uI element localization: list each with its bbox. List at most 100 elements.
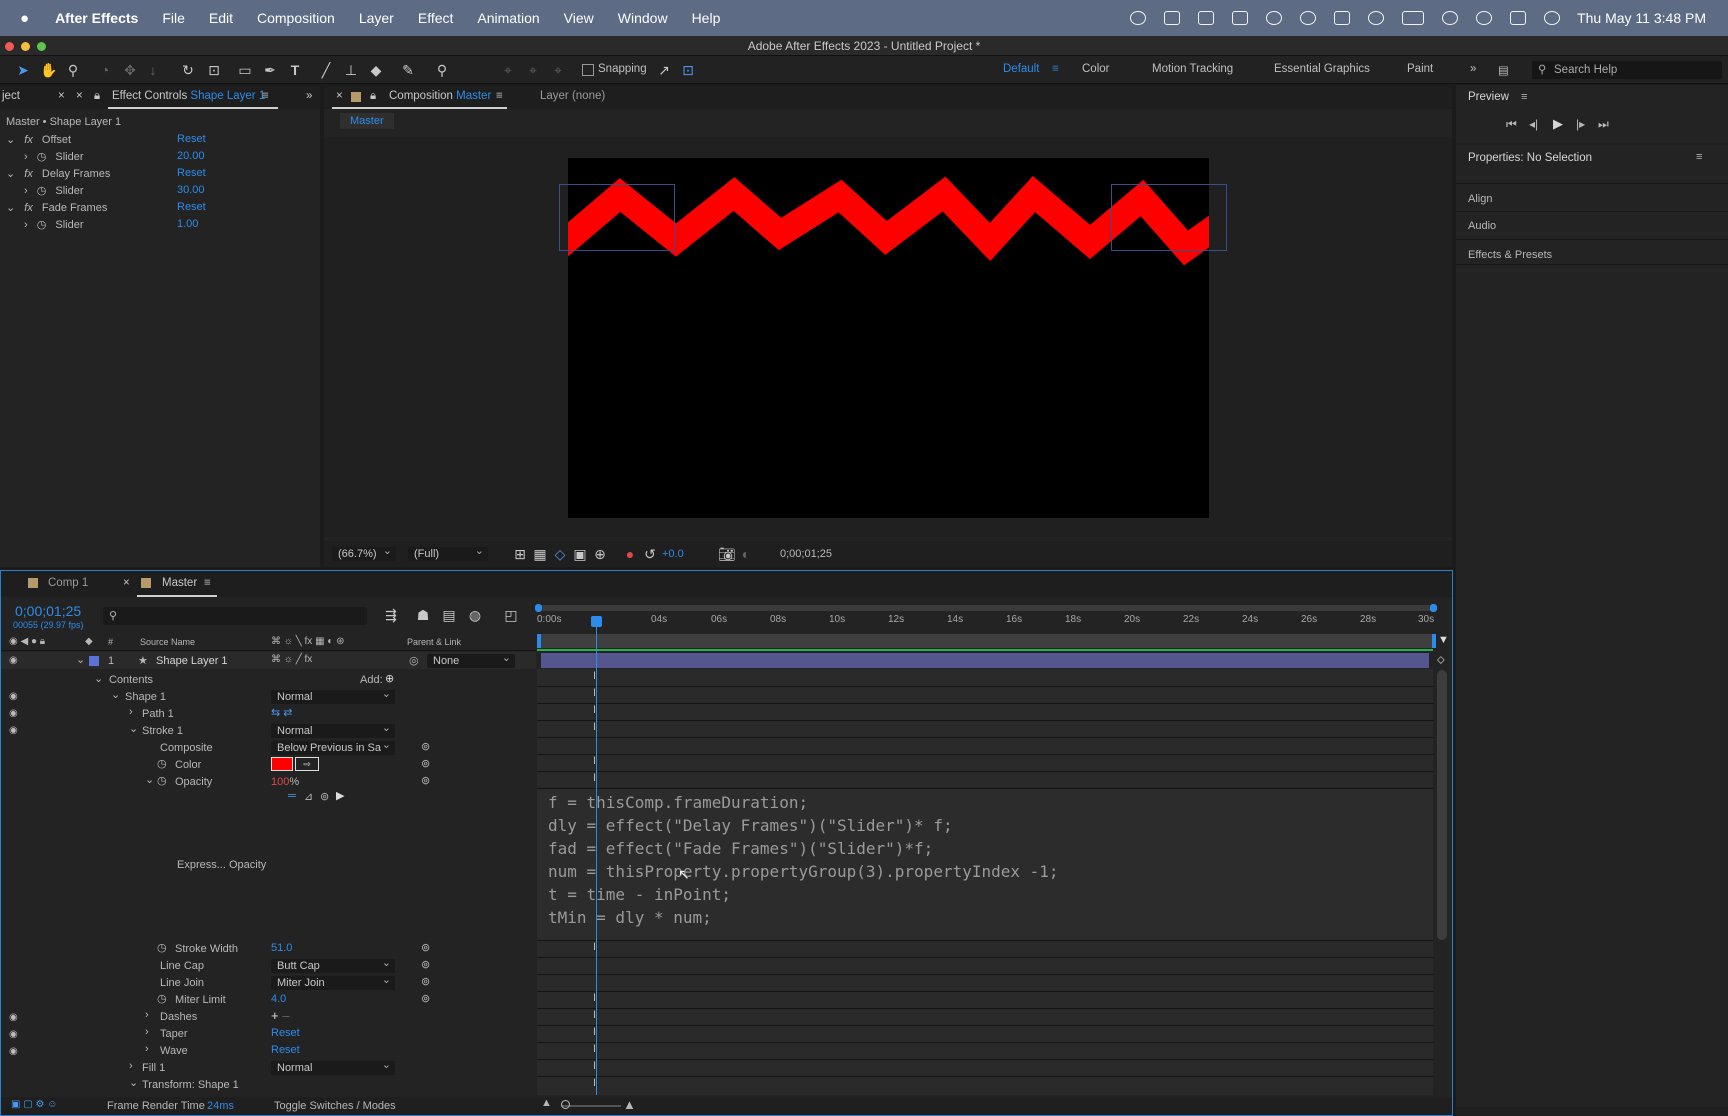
menu-animation[interactable]: Animation [477, 10, 539, 26]
expression-language-menu-icon[interactable]: ▶ [336, 789, 344, 802]
menu-edit[interactable]: Edit [209, 10, 233, 26]
camera-icon[interactable] [1164, 11, 1181, 25]
time-navigator[interactable] [535, 604, 1437, 612]
property-marker[interactable]: I [593, 755, 601, 767]
expression-line[interactable]: fad = effect("Fade Frames")("Slider")*f; [548, 839, 933, 858]
chevron-down-icon[interactable]: ⌄ [6, 134, 15, 146]
offset-slider-value[interactable]: 20.00 [177, 150, 205, 162]
parent-dropdown[interactable]: None [427, 651, 515, 668]
region-of-interest-icon[interactable]: ▣ [572, 546, 588, 562]
opacity-number[interactable]: 100 [271, 776, 289, 788]
property-marker[interactable]: I [593, 1009, 601, 1021]
playhead-line[interactable] [596, 620, 597, 1095]
comp-flow-breadcrumb[interactable]: Master [340, 113, 394, 129]
link-icon[interactable] [1442, 11, 1459, 25]
workspace-color[interactable]: Color [1082, 63, 1109, 75]
calendar-icon[interactable] [1334, 11, 1351, 25]
expression-line[interactable]: tMin = dly * num; [548, 908, 712, 927]
axis-icon-2[interactable]: ⌖ [525, 62, 541, 78]
fx-icon[interactable]: fx [24, 134, 33, 146]
expression-line[interactable]: dly = effect("Delay Frames")("Slider")* … [548, 816, 953, 835]
toggle-switches-modes-button[interactable]: Toggle Switches / Modes [274, 1100, 396, 1112]
pan-behind-tool-icon[interactable]: ⊡ [206, 62, 222, 78]
miter-limit-expression-icon[interactable]: ⊚ [421, 992, 430, 1005]
axis-icon-3[interactable]: ⌖ [550, 62, 566, 78]
rotation-tool-icon[interactable]: ↻ [180, 62, 196, 78]
rectangle-tool-icon[interactable]: ▭ [237, 62, 253, 78]
opacity-value[interactable]: 100% [271, 776, 299, 788]
spotlight-icon[interactable] [1476, 11, 1493, 25]
exposure-value[interactable]: +0.0 [662, 548, 684, 560]
path-visibility-eye-icon[interactable]: ◉ [9, 709, 21, 719]
snapping-checkbox[interactable] [582, 64, 594, 76]
fit-region-icon[interactable]: ⊞ [512, 546, 528, 562]
source-name-header[interactable]: Source Name [140, 637, 195, 647]
stroke-chevron-icon[interactable]: ⌄ [129, 722, 138, 735]
roto-brush-tool-icon[interactable]: ✎ [400, 62, 416, 78]
property-marker[interactable]: I [593, 1043, 601, 1055]
layer-row[interactable]: ◉ ⌄ 1 ★ Shape Layer 1 ⌘ ☼ ╱ fx ◎ None [1, 651, 536, 669]
effect-offset-row[interactable]: ⌄ fx Offset [6, 133, 302, 146]
property-marker[interactable]: I [593, 704, 601, 716]
snap-target-icon[interactable]: ⊡ [680, 62, 696, 78]
pan-tool-icon[interactable]: ✥ [122, 62, 138, 78]
chevron-down-icon[interactable]: ⌄ [6, 168, 15, 180]
draft-3d-icon[interactable]: ☗ [415, 607, 431, 623]
stroke-width-expression-icon[interactable]: ⊚ [421, 941, 430, 954]
type-tool-icon[interactable]: T [287, 62, 303, 78]
layer-visibility-eye-icon[interactable]: ◉ [9, 655, 18, 666]
chevron-right-icon[interactable]: › [24, 219, 28, 231]
effect-controls-menu-icon[interactable]: ≡ [262, 90, 269, 102]
stroke-width-value[interactable]: 51.0 [271, 942, 292, 954]
preview-menu-icon[interactable]: ≡ [1521, 91, 1527, 103]
fill-chevron-icon[interactable]: › [129, 1060, 133, 1072]
zoom-window-button[interactable] [37, 42, 46, 51]
channel-rgb-icon[interactable]: ● [622, 546, 638, 562]
property-marker[interactable]: I [593, 772, 601, 784]
tab-composition[interactable]: Composition Master [389, 90, 491, 102]
dropbox-icon[interactable] [1232, 11, 1249, 25]
stopwatch-icon[interactable]: ◷ [37, 185, 47, 197]
stroke-color-swatch[interactable] [271, 757, 293, 771]
reset-exposure-icon[interactable]: ↺ [642, 546, 658, 562]
composition-lock-icon[interactable]: 🔒︎ [370, 90, 376, 103]
work-area-bar[interactable] [537, 634, 1433, 648]
composite-expression-icon[interactable]: ⊚ [421, 740, 430, 753]
timeline-timecode[interactable]: 0;00;01;25 [15, 603, 81, 619]
footer-render-icons[interactable]: ▣ ▢ ⚙ ☺ [11, 1099, 57, 1110]
expression-pickwhip-icon[interactable]: ⊚ [320, 790, 329, 803]
delay-frames-reset-link[interactable]: Reset [177, 167, 206, 179]
grammarly-icon[interactable] [1300, 11, 1317, 25]
more-workspaces-icon[interactable]: » [1470, 63, 1476, 75]
taper-chevron-icon[interactable]: › [145, 1026, 149, 1038]
comp-mini-flowchart-icon[interactable]: ⇶ [383, 607, 399, 623]
add-dash-icon[interactable]: + – [271, 1008, 289, 1023]
time-machine-icon[interactable] [1368, 11, 1385, 25]
stroke-width-stopwatch-icon[interactable]: ◷ [157, 941, 167, 954]
transform-chevron-icon[interactable]: ⌄ [129, 1076, 138, 1089]
expression-line[interactable]: t = time - inPoint; [548, 885, 731, 904]
workspace-panel-icon[interactable]: ▤ [1498, 63, 1509, 77]
creative-cloud-icon[interactable] [1130, 11, 1147, 25]
pen-tool-icon[interactable]: ✒ [262, 62, 278, 78]
menu-view[interactable]: View [564, 10, 594, 26]
brush-tool-icon[interactable]: ╱ [318, 62, 334, 78]
selection-tool-icon[interactable]: ➤ [15, 62, 31, 78]
effects-presets-section[interactable]: Effects & Presets [1456, 239, 1728, 265]
workspace-motion-tracking[interactable]: Motion Tracking [1152, 63, 1233, 75]
miter-limit-stopwatch-icon[interactable]: ◷ [157, 992, 167, 1005]
battery-icon[interactable] [1402, 11, 1425, 25]
close-master-tab-icon[interactable]: × [123, 577, 130, 589]
tab-layer[interactable]: Layer (none) [540, 90, 605, 102]
close-effect-controls-tab-icon[interactable]: × [76, 90, 83, 102]
timeline-zoom-slider[interactable] [561, 1105, 621, 1107]
property-marker[interactable]: I [593, 670, 601, 682]
property-marker[interactable]: I [593, 721, 601, 733]
first-frame-icon[interactable]: ⏮ [1506, 117, 1517, 132]
tab-master[interactable]: Master [162, 577, 197, 589]
composition-menu-icon[interactable]: ≡ [496, 90, 503, 102]
opacity-expression-icon[interactable]: ⊚ [421, 774, 430, 787]
minimize-window-button[interactable] [21, 42, 30, 51]
contents-chevron-icon[interactable]: ⌄ [94, 672, 103, 685]
search-help-input[interactable]: ⚲ Search Help [1532, 61, 1722, 79]
